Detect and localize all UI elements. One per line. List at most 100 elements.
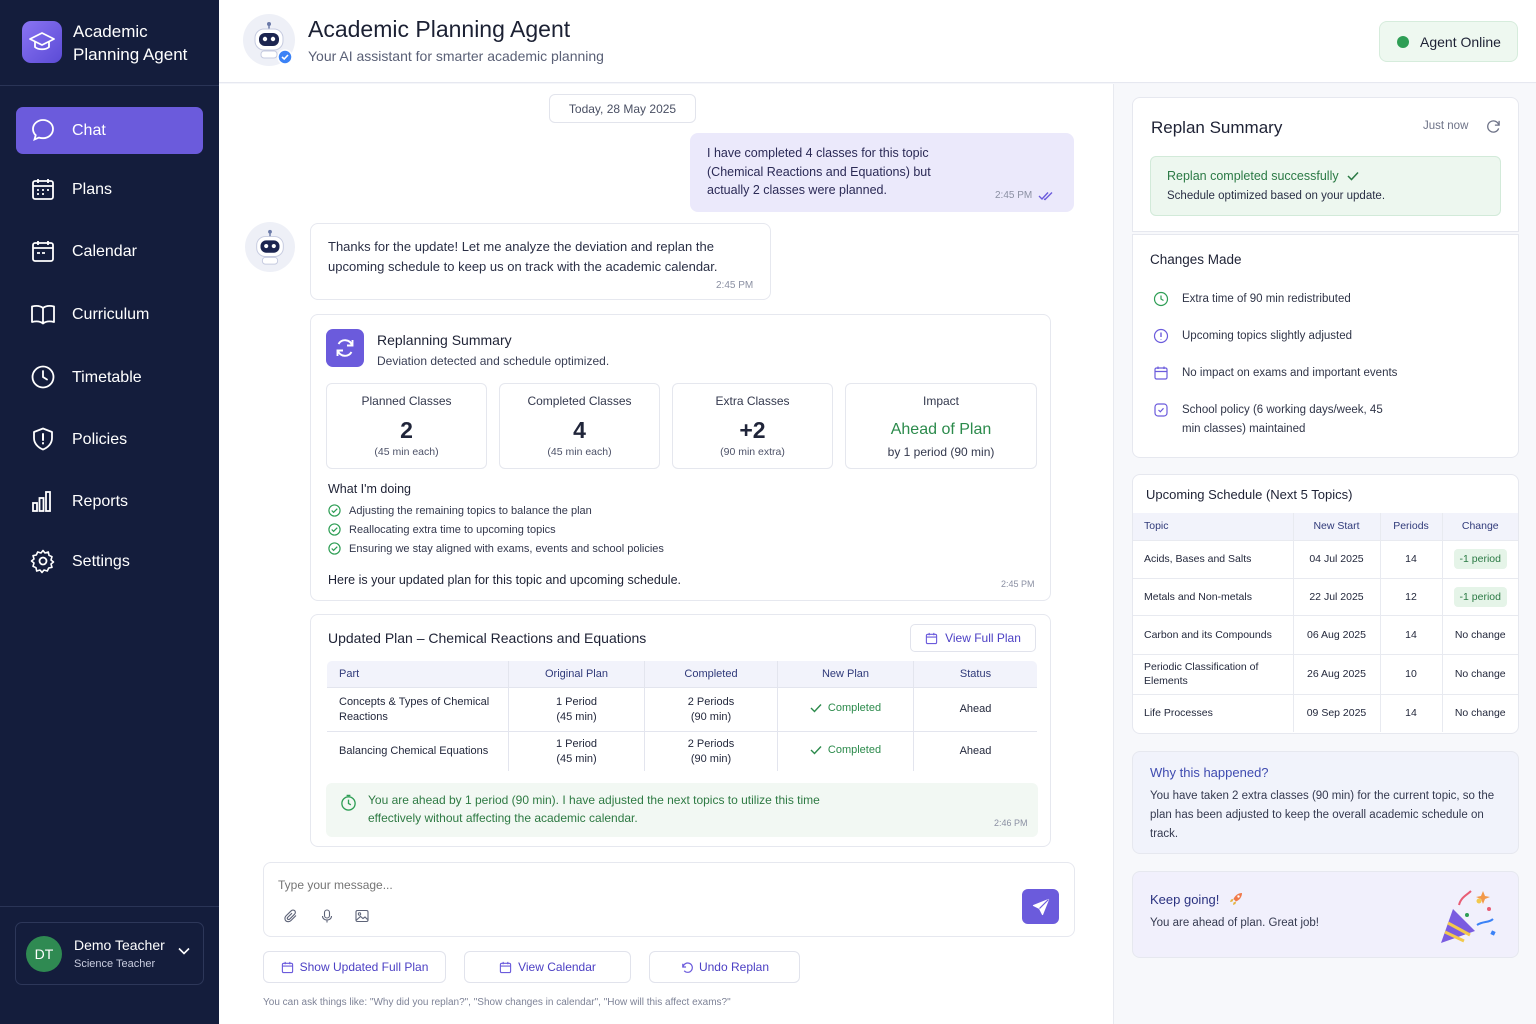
plans-icon [30,176,56,202]
table-row: Acids, Bases and Salts 04 Jul 2025 14 -1… [1133,539,1518,578]
status-text: Agent Online [1420,33,1501,50]
user-message: I have completed 4 classes for this topi… [690,133,1074,212]
chevron-down-icon[interactable] [178,947,190,955]
doing-item: Reallocating extra time to upcoming topi… [328,523,556,536]
upcoming-schedule-card: Upcoming Schedule (Next 5 Topics) Topic … [1132,474,1519,734]
cell-part: Concepts & Types of Chemical Reactions [327,687,509,732]
change-text: No impact on exams and important events [1182,367,1398,379]
table-header-row: Part Original Plan Completed New Plan St… [327,661,1037,688]
undo-replan-button[interactable]: Undo Replan [649,951,800,983]
alert-icon [1153,328,1169,344]
chat-icon [30,117,56,143]
view-calendar-button[interactable]: View Calendar [464,951,631,983]
nav-item-timetable[interactable]: Timetable [16,354,203,401]
nav-item-settings[interactable]: Settings [16,538,203,585]
nav-item-calendar[interactable]: Calendar [16,228,203,275]
stat-completed-classes: Completed Classes 4 (45 min each) [499,383,660,469]
cell-text: (45 min) [556,752,597,765]
column-header: Topic [1133,513,1294,540]
success-text: Replan completed successfully [1167,169,1339,183]
plan-table: Part Original Plan Completed New Plan St… [326,660,1038,772]
nav-label: Timetable [72,368,142,386]
stat-label: Planned Classes [361,394,452,408]
nav-item-curriculum[interactable]: Curriculum [16,291,203,338]
doing-text: Reallocating extra time to upcoming topi… [349,523,556,536]
change-item: Upcoming topics slightly adjusted [1153,327,1352,346]
nav-label: Reports [72,492,129,510]
cell-change: -1 period [1442,539,1518,578]
message-time: 2:45 PM [1001,579,1035,589]
user-profile[interactable]: DT Demo Teacher Science Teacher [15,922,204,985]
change-item: School policy (6 working days/week, 45 m… [1153,401,1393,439]
image-icon[interactable] [355,909,369,923]
cell-periods: 14 [1380,539,1443,578]
cell-topic: Life Processes [1133,693,1294,732]
attachment-icon[interactable] [284,909,298,923]
cell-text: (45 min) [556,710,597,723]
send-button[interactable] [1022,889,1059,924]
change-item: No impact on exams and important events [1153,364,1397,383]
message-composer [263,862,1075,937]
refresh-icon[interactable] [1486,119,1501,134]
cell-start: 04 Jul 2025 [1293,539,1381,578]
microphone-icon[interactable] [320,909,334,923]
cell-topic: Metals and Non-metals [1133,577,1294,615]
cell-text: 2 Periods [687,695,735,708]
right-panel: Replan Summary Just now Replan completed… [1114,84,1536,1024]
table-row: Periodic Classification of Elements 26 A… [1133,653,1518,694]
column-header: Completed [644,661,778,688]
table-header-row: Topic New Start Periods Change [1133,513,1518,540]
policy-icon [1154,403,1168,417]
cell-change: -1 period [1442,577,1518,615]
nav-item-policies[interactable]: Policies [16,416,203,463]
view-full-plan-label: View Full Plan [945,631,1021,645]
schedule-title: Upcoming Schedule (Next 5 Topics) [1146,487,1353,502]
status-dot-icon [1397,35,1409,48]
bot-message-text: Thanks for the update! Let me analyze th… [328,239,718,274]
cell-start: 22 Jul 2025 [1293,577,1381,615]
doing-text: Adjusting the remaining topics to balanc… [349,504,592,517]
cell-start: 06 Aug 2025 [1293,614,1381,654]
view-full-plan-button[interactable]: View Full Plan [910,624,1036,652]
clock-icon [30,364,56,390]
cell-text: (90 min) [690,710,732,723]
stat-sub: by 1 period (90 min) [887,445,995,459]
rocket-icon [1230,893,1243,905]
calendar-icon [925,632,938,644]
cell-text: (90 min) [690,752,732,765]
user-name: Demo Teacher [74,937,165,953]
cell-change: No change [1442,614,1518,654]
change-badge: -1 period [1453,586,1507,607]
graduation-cap-icon [22,21,62,63]
cell-status: Ahead [913,687,1037,732]
replan-footer: Here is your updated plan for this topic… [328,573,681,587]
cell-start: 09 Sep 2025 [1293,693,1381,732]
check-circle-icon [328,542,341,555]
table-row: Balancing Chemical Equations 1 Period (45… [327,731,1037,771]
stat-label: Extra Classes [715,394,790,408]
nav-item-plans[interactable]: Plans [16,166,203,213]
summary-time: Just now [1423,120,1469,132]
show-updated-full-plan-button[interactable]: Show Updated Full Plan [263,951,446,983]
plan-title: Updated Plan – Chemical Reactions and Eq… [328,630,647,646]
stat-label: Completed Classes [527,394,632,408]
table-row: Carbon and its Compounds 06 Aug 2025 14 … [1133,614,1518,654]
doing-item: Adjusting the remaining topics to balanc… [328,504,592,517]
calendar-icon [30,238,56,264]
changes-made-card: Changes Made Extra time of 90 min redist… [1132,234,1519,458]
cell-periods: 14 [1380,614,1443,654]
change-text: Upcoming topics slightly adjusted [1182,330,1353,342]
cell-new-plan: Completed [777,731,914,771]
party-popper-icon [1441,890,1496,943]
nav-item-reports[interactable]: Reports [16,478,203,525]
cell-periods: 14 [1380,693,1443,732]
column-header: Change [1442,513,1518,540]
avatar: DT [26,936,62,972]
stat-sub: (45 min each) [547,446,612,458]
message-input[interactable] [278,875,978,895]
check-icon [810,746,822,755]
book-icon [30,301,56,327]
nav-item-chat[interactable]: Chat [16,107,203,154]
why-card: Why this happened? You have taken 2 extr… [1132,751,1519,854]
stat-value: +2 [739,417,766,443]
